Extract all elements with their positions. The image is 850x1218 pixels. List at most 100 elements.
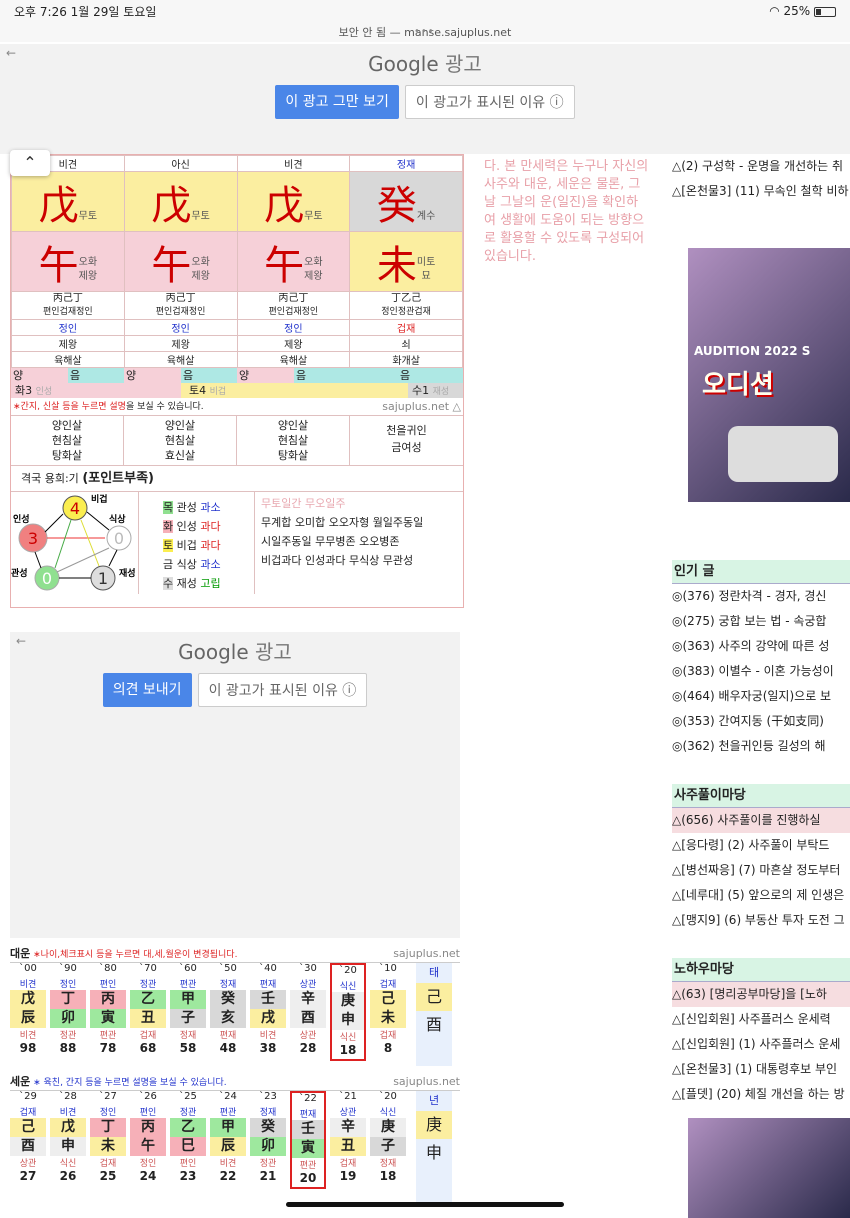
branch-cell[interactable]: 未미토 묘 (349, 231, 463, 292)
age-label: 68 (139, 1041, 157, 1055)
sinsal-cell[interactable]: 육해살 (123, 351, 238, 368)
hidden-stems[interactable]: 丙己丁 편인겁재정인 (123, 291, 238, 320)
pattern-line[interactable]: 비겁과다 인성과다 무식상 무관성 (261, 551, 457, 570)
current-column[interactable]: 태己酉 (416, 963, 452, 1066)
year-column[interactable]: `80 편인 丙寅 편관 78 (90, 963, 126, 1057)
branch-cell[interactable]: 午오화 제왕 (11, 231, 125, 292)
hidden-stems[interactable]: 丙己丁 편인겁재정인 (236, 291, 351, 320)
knowhow-item[interactable]: △[신입회원] 사주플러스 운세력 (672, 1007, 850, 1032)
sipsin-cell[interactable]: 정인 (236, 319, 351, 336)
saju-board-item[interactable]: △[응다령] (2) 사주풀이 부탁드 (672, 833, 850, 858)
current-column[interactable]: 년庚申 (416, 1091, 452, 1206)
why-ad-button[interactable]: 이 광고가 표시된 이유 ⓘ (197, 673, 368, 707)
pillar-top-label[interactable]: 정재 (349, 155, 463, 172)
element-row[interactable]: 토 비겁 과다 (163, 536, 254, 555)
stem-cell[interactable]: 癸계수 (349, 171, 463, 232)
pillar-top-label[interactable]: 비견 (236, 155, 351, 172)
saju-board-item[interactable]: △[맹지9] (6) 부동산 투자 도전 그 (672, 908, 850, 933)
hidden-stems[interactable]: 丁乙己 정인정관겁재 (349, 291, 463, 320)
pillar-top-label[interactable]: 아신 (123, 155, 238, 172)
branch-cell[interactable]: 午오화 제왕 (123, 231, 238, 292)
element-row[interactable]: 금 식상 과소 (163, 555, 254, 574)
year-column[interactable]: `90 정인 丁卯 정관 88 (50, 963, 86, 1057)
year-column[interactable]: `28 비견 戊申 식신 26 (50, 1091, 86, 1185)
element-row[interactable]: 목 관성 과소 (163, 498, 254, 517)
sipsin-bottom: 비견 (259, 1031, 277, 1041)
saju-board-item[interactable]: △[네루대] (5) 앞으로의 제 인생은 (672, 883, 850, 908)
pattern-line[interactable]: 시일주동일 무무병존 오오병존 (261, 532, 457, 551)
back-arrow-icon[interactable]: ← (6, 46, 16, 60)
sinsal-col[interactable]: 천을귀인 금여성 (350, 416, 463, 465)
age-label: 24 (139, 1169, 157, 1183)
sinsal-cell[interactable]: 육해살 (236, 351, 351, 368)
year-column[interactable]: `20 식신 庚子 정재 18 (370, 1091, 406, 1185)
explain-link[interactable]: 설명 (109, 402, 126, 412)
audition-ad-image-2[interactable] (688, 1118, 850, 1218)
stem-cell[interactable]: 戊무토 (236, 171, 351, 232)
why-ad-button[interactable]: 이 광고가 표시된 이유 ⓘ (404, 85, 575, 119)
year-column[interactable]: `50 정재 癸亥 편재 48 (210, 963, 246, 1057)
sinsal-cell[interactable]: 화개살 (349, 351, 463, 368)
knowhow-item[interactable]: △[신입회원] (1) 사주플러스 운세 (672, 1032, 850, 1057)
sipsin-cell[interactable]: 겁재 (349, 319, 463, 336)
diagram-label: 비겁 (91, 493, 108, 505)
year-column[interactable]: `40 편재 壬戌 비견 38 (250, 963, 286, 1057)
back-arrow-icon[interactable]: ← (16, 634, 26, 648)
knowhow-item[interactable]: △[온천물3] (1) 대통령후보 부인 (672, 1057, 850, 1082)
more-dots-icon[interactable]: ••• (414, 26, 435, 37)
popular-item[interactable]: ◎(376) 정란차격 - 경자, 경신 (672, 584, 850, 609)
collapse-ad-button[interactable]: ⌃ (10, 150, 50, 176)
url-bar[interactable]: ••• 보안 안 됨 — manse.sajuplus.net (0, 22, 850, 42)
element-row[interactable]: 화 인성 과다 (163, 517, 254, 536)
sipsin-cell[interactable]: 정인 (123, 319, 238, 336)
hidden-stems[interactable]: 丙己丁 편인겁재정인 (11, 291, 125, 320)
year-column[interactable]: `25 정관 乙巳 편인 23 (170, 1091, 206, 1185)
popular-item[interactable]: ◎(363) 사주의 강약에 따른 성 (672, 634, 850, 659)
unseong-cell[interactable]: 제왕 (11, 335, 125, 352)
popular-item[interactable]: ◎(383) 이별수 - 이혼 가능성이 (672, 659, 850, 684)
sinsal-cell[interactable]: 육해살 (11, 351, 125, 368)
sinsal-col[interactable]: 양인살 현침살 탕화살 (11, 416, 124, 465)
knowhow-item[interactable]: △(63) [명리공부마당]을 [노하 (672, 982, 850, 1007)
year-column[interactable]: `21 상관 辛丑 겁재 19 (330, 1091, 366, 1185)
sinsal-col[interactable]: 양인살 현침살 효신살 (124, 416, 237, 465)
current-label: 년 (428, 1094, 440, 1107)
popular-item[interactable]: ◎(353) 간여지동 (干如支同) (672, 709, 850, 734)
stem-cell[interactable]: 戊무토 (11, 171, 125, 232)
unseong-cell[interactable]: 제왕 (236, 335, 351, 352)
element-row[interactable]: 수 재성 고립 (163, 574, 254, 593)
unseong-cell[interactable]: 쇠 (349, 335, 463, 352)
year-column[interactable]: `70 정관 乙丑 겁재 68 (130, 963, 166, 1057)
unseong-cell[interactable]: 제왕 (123, 335, 238, 352)
year-column[interactable]: `24 편관 甲辰 비견 22 (210, 1091, 246, 1185)
knowhow-item[interactable]: △[플뎃] (20) 체질 개선을 하는 방 (672, 1082, 850, 1107)
year-column[interactable]: `22 편재 壬寅 편관 20 (290, 1091, 326, 1189)
year-column[interactable]: `60 편관 甲子 정재 58 (170, 963, 206, 1057)
year-column[interactable]: `23 정재 癸卯 정관 21 (250, 1091, 286, 1185)
gyeokguk-value[interactable]: (포인트부족) (82, 471, 154, 486)
year-column[interactable]: `20 식신 庚申 식신 18 (330, 963, 366, 1061)
saju-board-item[interactable]: △[병선짜응] (7) 마흔살 정도부터 (672, 858, 850, 883)
sinsal-col[interactable]: 양인살 현침살 탕화살 (237, 416, 350, 465)
saju-board-item[interactable]: △(656) 사주풀이를 진행하실 (672, 808, 850, 833)
popular-item[interactable]: ◎(362) 천을귀인등 길성의 해 (672, 734, 850, 759)
stem-cell[interactable]: 戊무토 (123, 171, 238, 232)
branch-char: 丑 (130, 1009, 166, 1028)
branch-cell[interactable]: 午오화 제왕 (236, 231, 351, 292)
year-column[interactable]: `00 비견 戊辰 비견 98 (10, 963, 46, 1057)
sipsin-cell[interactable]: 정인 (11, 319, 125, 336)
year-column[interactable]: `26 편인 丙午 정인 24 (130, 1091, 166, 1185)
year-column[interactable]: `30 상관 辛酉 상관 28 (290, 963, 326, 1057)
sidebar-link[interactable]: △(2) 구성학 - 운명을 개선하는 취 (672, 154, 850, 179)
popular-item[interactable]: ◎(464) 배우자궁(일지)으로 보 (672, 684, 850, 709)
year-column[interactable]: `27 정인 丁未 겁재 25 (90, 1091, 126, 1185)
year-column[interactable]: `29 겁재 己酉 상관 27 (10, 1091, 46, 1185)
popular-item[interactable]: ◎(275) 궁합 보는 법 - 속궁합 (672, 609, 850, 634)
audition-ad-image[interactable]: AUDITION 2022 S 오디션 (688, 248, 850, 502)
daeun-columns: `00 비견 戊辰 비견 98 `90 정인 丁卯 정관 88 `80 편인 丙寅 편관 78 `70 정관 乙丑… (10, 962, 460, 1066)
feedback-button[interactable]: 의견 보내기 (102, 673, 192, 707)
stop-ad-button[interactable]: 이 광고 그만 보기 (275, 85, 399, 119)
sidebar-link[interactable]: △[온천물3] (11) 무속인 철학 비하 (672, 179, 850, 204)
year-column[interactable]: `10 겁재 己未 겁재 8 (370, 963, 406, 1057)
pattern-line[interactable]: 무계합 오미합 오오자형 월일주동일 (261, 513, 457, 532)
